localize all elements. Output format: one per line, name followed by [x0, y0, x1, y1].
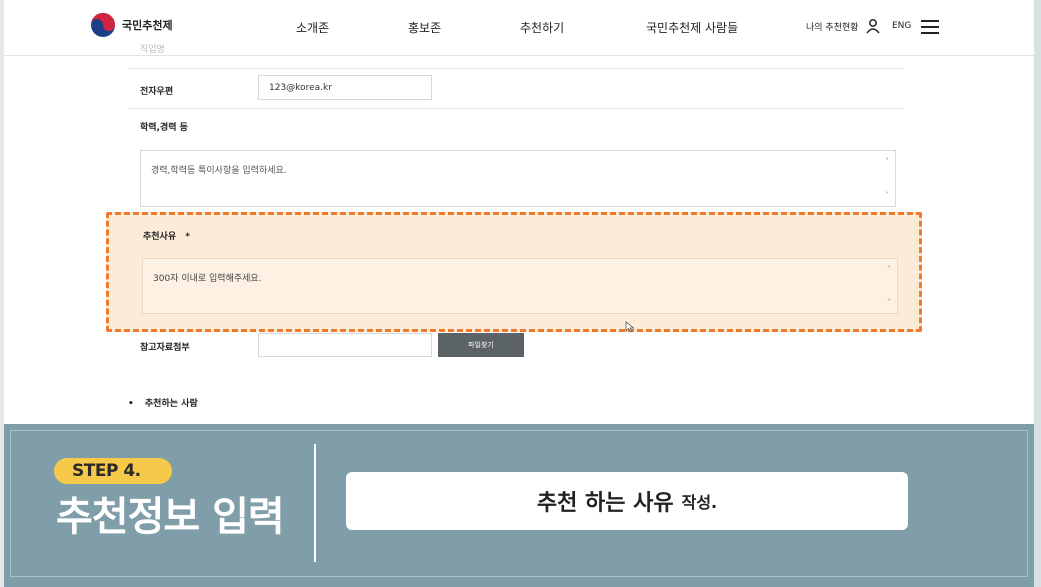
- step-badge: STEP 4.: [54, 458, 172, 484]
- taegeuk-logo-icon: [91, 13, 115, 37]
- email-label: 전자우편: [140, 87, 174, 97]
- attach-label: 참고자료첨부: [140, 343, 190, 353]
- reason-label: 추천사유 *: [143, 232, 190, 242]
- email-field[interactable]: 123@korea.kr: [258, 75, 432, 100]
- user-icon: [865, 19, 880, 34]
- banner-divider: [314, 444, 316, 562]
- reason-textarea[interactable]: 300자 이내로 입력해주세요. ˄ ˅: [142, 258, 898, 314]
- textarea-scrollbar[interactable]: ˄ ˅: [885, 265, 893, 307]
- required-mark: *: [185, 232, 190, 242]
- nav-recommend[interactable]: 추천하기: [520, 19, 564, 36]
- nav-people[interactable]: 국민추천제 사람들: [646, 19, 738, 36]
- scroll-up-icon[interactable]: ˄: [887, 265, 891, 274]
- career-textarea[interactable]: 경력,학력등 특이사항을 입력하세요. ˄ ˅: [140, 150, 896, 207]
- scroll-down-icon[interactable]: ˅: [887, 298, 891, 307]
- textarea-scrollbar[interactable]: ˄ ˅: [883, 157, 891, 200]
- scroll-up-icon[interactable]: ˄: [885, 157, 889, 166]
- right-edge-strip: [1034, 0, 1041, 587]
- site-logo[interactable]: 국민추천제: [90, 12, 173, 38]
- nav-about[interactable]: 소개존: [296, 19, 329, 36]
- my-status-link[interactable]: 나의 추천현황: [806, 18, 881, 34]
- reason-placeholder: 300자 이내로 입력해주세요.: [153, 274, 262, 284]
- scroll-down-icon[interactable]: ˅: [885, 191, 889, 200]
- step-title: 추천정보 입력: [56, 494, 285, 540]
- file-search-button[interactable]: 파일찾기: [438, 333, 524, 357]
- lang-toggle[interactable]: ENG: [892, 21, 911, 31]
- section-recommender-title: • 추천하는 사람: [128, 399, 198, 409]
- career-placeholder: 경력,학력등 특이사항을 입력하세요.: [151, 166, 287, 176]
- caption-box: 추천 하는 사유 작성.: [346, 472, 908, 530]
- attach-file-field[interactable]: [258, 333, 432, 357]
- nav-promo[interactable]: 홍보존: [408, 19, 441, 36]
- caption-main: 추천 하는 사유: [536, 491, 674, 516]
- job-label: 직업명: [140, 45, 165, 55]
- career-label: 학력,경력 등: [140, 123, 188, 133]
- mouse-cursor-icon: [625, 321, 635, 333]
- my-status-label: 나의 추천현황: [806, 22, 859, 33]
- logo-text: 국민추천제: [122, 19, 173, 32]
- row-divider: [128, 108, 904, 109]
- hamburger-menu-icon[interactable]: [920, 19, 940, 35]
- caption-small: 작성.: [681, 493, 718, 512]
- row-divider: [128, 68, 904, 69]
- reason-highlight-box: 추천사유 * 300자 이내로 입력해주세요. ˄ ˅: [106, 212, 922, 333]
- bullet-icon: •: [128, 399, 134, 409]
